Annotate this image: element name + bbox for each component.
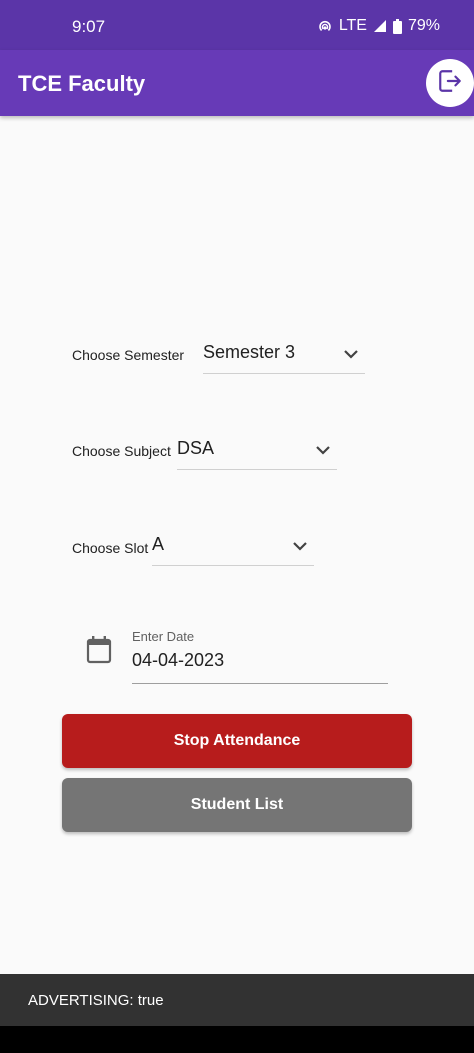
semester-dropdown[interactable]: Semester 3 [203, 336, 365, 374]
slot-value: A [152, 534, 165, 554]
stop-attendance-label: Stop Attendance [173, 732, 301, 749]
slot-label: Choose Slot [72, 540, 149, 556]
chevron-down-icon [313, 440, 333, 465]
snackbar: ADVERTISING: true [0, 974, 474, 1026]
slot-dropdown[interactable]: A [152, 528, 314, 566]
subject-label: Choose Subject [72, 443, 171, 459]
logout-icon [437, 68, 463, 99]
semester-value: Semester 3 [203, 342, 296, 362]
chevron-down-icon [290, 536, 310, 561]
app-bar: TCE Faculty [0, 50, 474, 116]
chevron-down-icon [341, 344, 361, 369]
navigation-bar [0, 1026, 474, 1053]
network-type: LTE [338, 17, 367, 34]
logout-button[interactable] [426, 59, 474, 107]
student-list-button[interactable]: Student List [62, 778, 412, 832]
status-indicators: LTE 79% [317, 17, 440, 35]
subject-dropdown[interactable]: DSA [177, 432, 337, 470]
subject-value: DSA [177, 438, 215, 458]
date-field[interactable]: 04-04-2023 [132, 646, 388, 684]
status-bar: 9:07 LTE 79% [0, 0, 474, 50]
snackbar-text: ADVERTISING: true [28, 992, 164, 1009]
battery-icon [392, 18, 402, 34]
date-value: 04-04-2023 [132, 650, 225, 670]
app-title: TCE Faculty [18, 71, 146, 96]
student-list-label: Student List [190, 796, 284, 813]
hotspot-icon [317, 18, 333, 34]
signal-icon [373, 19, 387, 33]
stop-attendance-button[interactable]: Stop Attendance [62, 714, 412, 768]
status-time: 9:07 [72, 17, 106, 36]
calendar-icon[interactable] [86, 636, 112, 669]
battery-level: 79% [407, 17, 440, 34]
semester-label: Choose Semester [72, 347, 185, 363]
date-label: Enter Date [132, 629, 195, 644]
screen: 9:07 LTE 79% TCE Faculty Choose Semester… [0, 0, 474, 1053]
